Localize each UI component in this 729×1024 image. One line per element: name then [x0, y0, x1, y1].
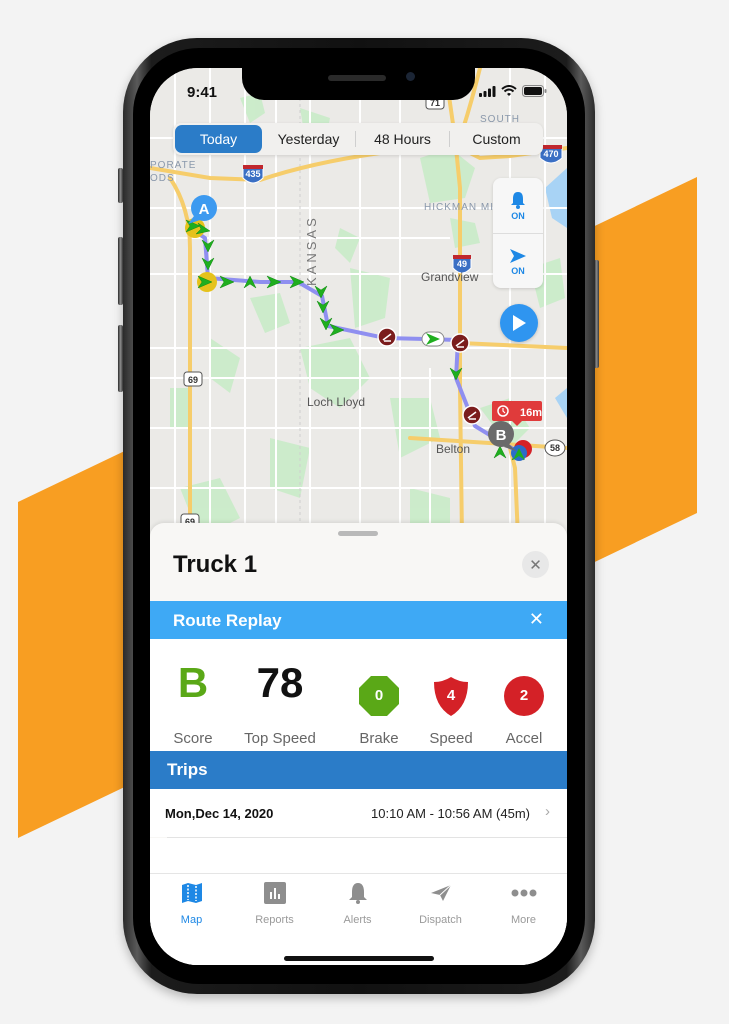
notch [242, 68, 475, 100]
map-label-kansas: KANSAS [304, 215, 319, 286]
replay-play-button[interactable] [500, 304, 538, 342]
top-speed-value: 78 [256, 659, 304, 706]
chevron-right-icon: › [545, 803, 550, 820]
play-icon [513, 315, 526, 331]
status-icons [479, 85, 547, 97]
cellular-signal-icon [479, 85, 496, 97]
vehicle-bottom-sheet: Truck 1 ✕ Route Replay ✕ B Score 78 Top … [150, 523, 567, 965]
route-replay-header: Route Replay ✕ [150, 601, 567, 639]
tab-map-label: Map [180, 914, 203, 926]
shield-i435: 435 [245, 169, 260, 179]
shield-i470: 470 [543, 149, 558, 159]
vehicle-title: Truck 1 [173, 551, 258, 578]
battery-icon [522, 85, 547, 97]
tab-reports[interactable]: Reports [233, 882, 316, 926]
score-label: Score [173, 730, 213, 747]
brake-label: Brake [359, 730, 399, 747]
score-value: B [177, 659, 209, 706]
shield-i49: 49 [457, 259, 467, 269]
tab-reports-label: Reports [255, 914, 294, 926]
speed-label: Speed [429, 730, 473, 747]
svg-text:B: B [496, 427, 507, 444]
status-time: 9:41 [187, 84, 218, 101]
close-icon: ✕ [528, 609, 544, 629]
trips-title: Trips [167, 760, 208, 779]
close-sheet-button[interactable]: ✕ [522, 551, 549, 578]
svg-text:ODS: ODS [150, 173, 175, 184]
segment-today[interactable]: Today [175, 125, 262, 153]
map-view[interactable]: 435 470 49 71 69 69 58 A B 16m PORATE OD… [150, 68, 567, 538]
bell-icon [511, 191, 525, 209]
tab-alerts-label: Alerts [343, 914, 372, 926]
trip-row[interactable]: Mon,Dec 14, 2020 10:10 AM - 10:56 AM (45… [150, 789, 567, 837]
chart-icon [263, 882, 286, 904]
bell-icon [348, 883, 367, 904]
alerts-toggle-label: ON [511, 210, 525, 221]
stop-duration-text: 16m [520, 407, 542, 419]
svg-text:A: A [199, 201, 210, 218]
sheet-drag-handle[interactable] [338, 531, 378, 536]
tab-map[interactable]: Map [150, 882, 233, 926]
segment-48-hours[interactable]: 48 Hours [356, 125, 449, 153]
route-replay-title: Route Replay [173, 611, 282, 630]
wifi-icon [501, 85, 517, 96]
shield-mo58: 58 [550, 443, 560, 453]
map-icon [181, 883, 202, 903]
tab-more[interactable]: More [482, 882, 565, 926]
time-filter-segmented-control[interactable]: Today Yesterday 48 Hours Custom [173, 123, 543, 155]
trip-date: Mon,Dec 14, 2020 [165, 806, 274, 821]
tab-dispatch[interactable]: Dispatch [399, 882, 482, 926]
tab-bar: Map Reports Alerts Dispatch More [150, 873, 567, 965]
close-icon: ✕ [529, 556, 542, 574]
segment-yesterday[interactable]: Yesterday [262, 125, 355, 153]
close-route-replay-button[interactable]: ✕ [529, 609, 544, 630]
speaker [328, 75, 386, 81]
accel-label: Accel [505, 730, 543, 747]
phone-screen: 435 470 49 71 69 69 58 A B 16m PORATE OD… [150, 68, 567, 965]
follow-toggle-label: ON [511, 265, 525, 276]
alerts-toggle-button[interactable]: ON [493, 178, 543, 233]
svg-text:Grandview: Grandview [421, 270, 479, 284]
svg-text:PORATE: PORATE [150, 160, 196, 171]
shield-us69: 69 [188, 375, 198, 385]
map-controls: ON ON [493, 178, 543, 288]
home-indicator[interactable] [284, 956, 434, 961]
trips-header: Trips [150, 751, 567, 789]
follow-toggle-button[interactable]: ON [493, 233, 543, 289]
accel-count: 2 [519, 687, 529, 704]
paper-plane-icon [430, 884, 451, 901]
segment-custom[interactable]: Custom [450, 125, 543, 153]
more-dots-icon [511, 889, 536, 897]
brake-count: 0 [374, 687, 384, 704]
tab-alerts[interactable]: Alerts [316, 882, 399, 926]
svg-text:Belton: Belton [436, 442, 470, 456]
front-camera [406, 72, 415, 81]
trip-time-range: 10:10 AM - 10:56 AM (45m) [371, 806, 530, 821]
location-arrow-icon [510, 248, 526, 263]
trip-stats: B Score 78 Top Speed 0 Brake 4 Speed 2 A… [150, 639, 567, 751]
svg-text:HICKMAN MI: HICKMAN MI [424, 202, 494, 213]
svg-text:Loch Lloyd: Loch Lloyd [307, 395, 365, 409]
tab-more-label: More [510, 914, 537, 926]
top-speed-label: Top Speed [244, 730, 316, 747]
tab-dispatch-label: Dispatch [419, 914, 462, 926]
speed-count: 4 [446, 687, 456, 704]
